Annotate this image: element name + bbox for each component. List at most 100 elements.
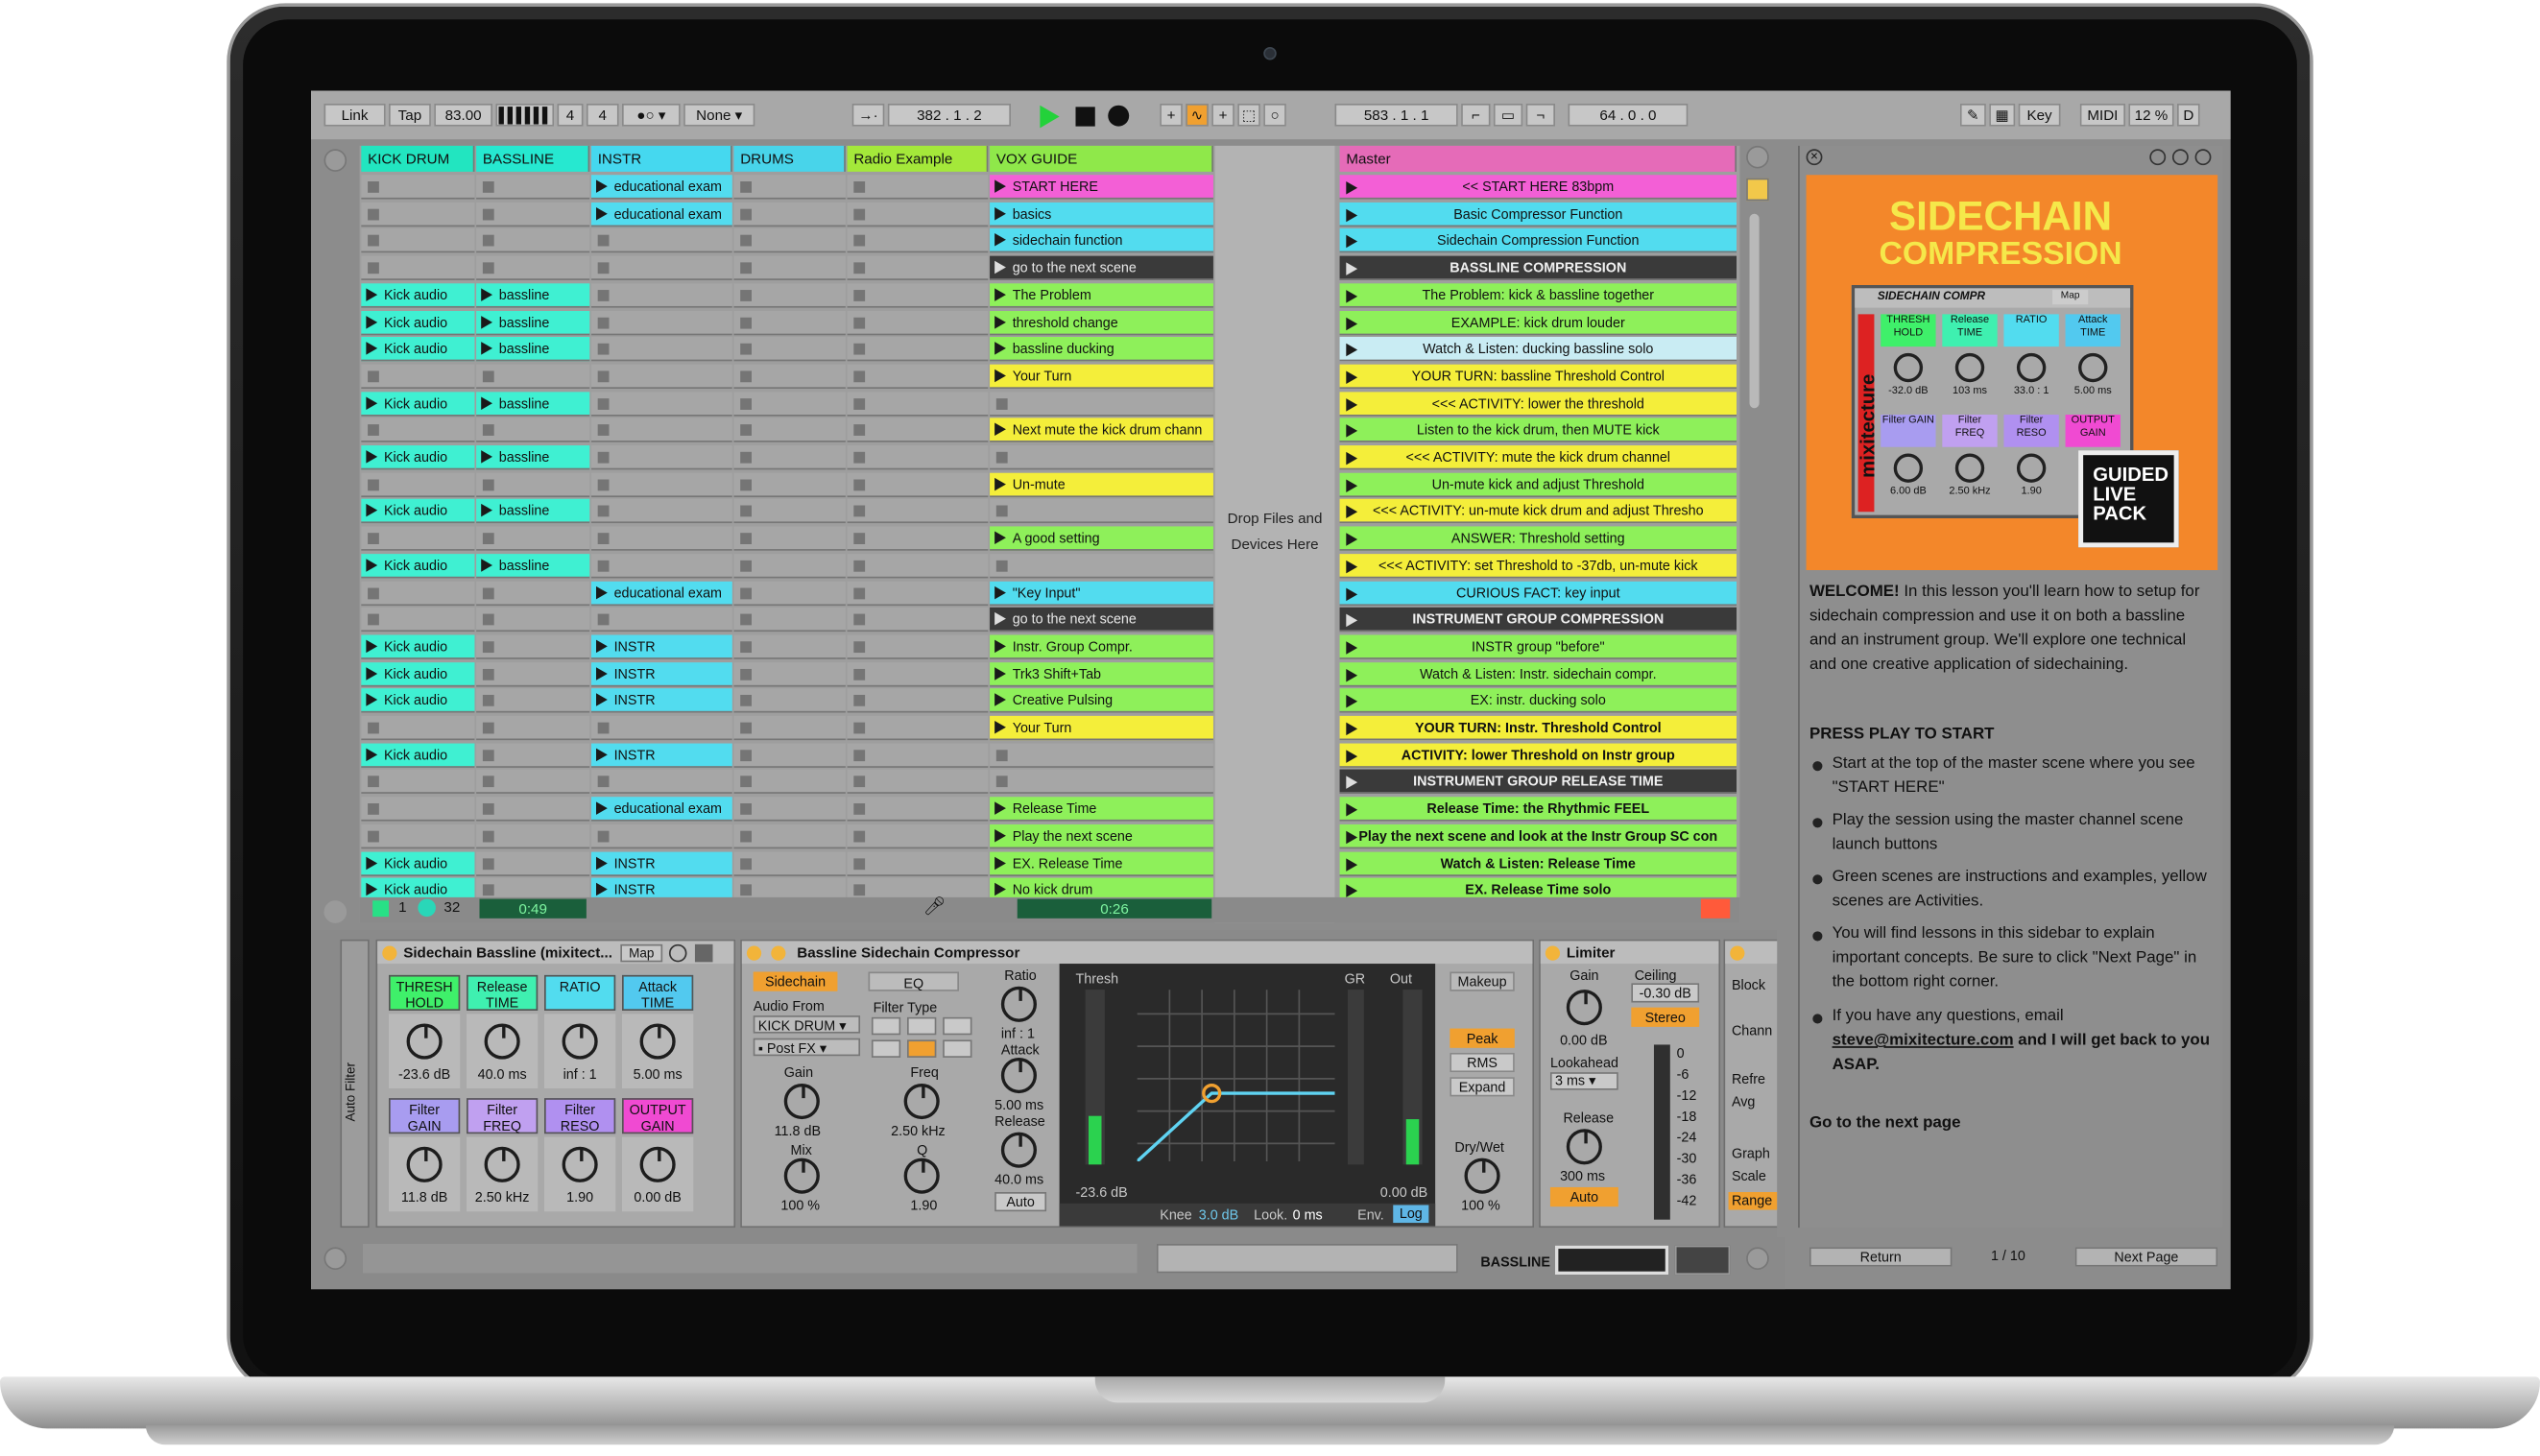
limiter-release-knob[interactable]: [1566, 1129, 1602, 1165]
threshold-value[interactable]: -23.6 dB: [1076, 1184, 1128, 1201]
stop-clips-icon[interactable]: [372, 900, 389, 918]
stop-all-clips-icon[interactable]: [1700, 898, 1731, 919]
clip-play-icon[interactable]: [994, 855, 1006, 870]
empty-clip-slot[interactable]: [733, 770, 846, 795]
kick-clip[interactable]: Kick audio: [361, 743, 475, 768]
clip-stop-icon[interactable]: [368, 478, 379, 490]
empty-clip-slot[interactable]: [590, 472, 732, 497]
clip-stop-icon[interactable]: [740, 533, 752, 545]
overdub-icon[interactable]: +: [1160, 104, 1183, 127]
empty-clip-slot[interactable]: [990, 743, 1213, 768]
scene-play-icon[interactable]: [1346, 344, 1358, 357]
scene-launch[interactable]: Play the next scene and look at the Inst…: [1339, 823, 1737, 848]
macro-label[interactable]: THRESH HOLD: [389, 974, 461, 1011]
compressor-power-icon[interactable]: [746, 945, 762, 961]
scene-launch[interactable]: EXAMPLE: kick drum louder: [1339, 310, 1737, 335]
scene-play-icon[interactable]: [1346, 370, 1358, 384]
empty-clip-slot[interactable]: [847, 688, 989, 714]
empty-clip-slot[interactable]: [733, 418, 846, 443]
meter-denominator[interactable]: 4: [586, 104, 619, 127]
empty-clip-slot[interactable]: [847, 526, 989, 551]
scene-launch[interactable]: ACTIVITY: lower Threshold on Instr group: [1339, 743, 1737, 768]
clip-play-icon[interactable]: [366, 639, 378, 653]
empty-clip-slot[interactable]: [733, 445, 846, 470]
empty-clip-slot[interactable]: [733, 364, 846, 389]
vox-guide-clip[interactable]: basics: [990, 202, 1213, 227]
log-button[interactable]: Log: [1393, 1205, 1429, 1224]
sidebar-home-icon[interactable]: [2194, 149, 2212, 166]
clip-stop-icon[interactable]: [740, 344, 752, 355]
vox-guide-clip[interactable]: Play the next scene: [990, 823, 1213, 848]
empty-clip-slot[interactable]: [361, 472, 475, 497]
detail-toggle-icon[interactable]: [1746, 1247, 1769, 1270]
clip-stop-icon[interactable]: [368, 613, 379, 626]
clip-stop-icon[interactable]: [740, 397, 752, 410]
scene-scrollbar[interactable]: [1749, 213, 1760, 409]
clip-play-icon[interactable]: [481, 558, 492, 572]
empty-clip-slot[interactable]: [361, 364, 475, 389]
scene-play-icon[interactable]: [1346, 613, 1358, 628]
clip-stop-icon[interactable]: [853, 370, 866, 383]
scene-launch[interactable]: <<< ACTIVITY: lower the threshold: [1339, 391, 1737, 417]
empty-clip-slot[interactable]: [476, 580, 590, 606]
audio-from-position-select[interactable]: ▪ Post FX ▾: [753, 1038, 861, 1057]
empty-clip-slot[interactable]: [733, 526, 846, 551]
lookahead-value[interactable]: 0 ms: [1293, 1206, 1323, 1223]
empty-clip-slot[interactable]: [847, 255, 989, 281]
clip-play-icon[interactable]: [994, 369, 1006, 383]
clip-stop-icon[interactable]: [597, 289, 610, 301]
instr-clip[interactable]: INSTR: [590, 634, 732, 659]
clip-play-icon[interactable]: [481, 288, 492, 301]
clip-stop-icon[interactable]: [740, 560, 752, 572]
clip-stop-icon[interactable]: [597, 560, 610, 572]
arrangement-position[interactable]: 382 . 1 . 2: [887, 104, 1011, 127]
clip-stop-icon[interactable]: [740, 451, 752, 464]
empty-clip-slot[interactable]: [590, 391, 732, 417]
empty-clip-slot[interactable]: [476, 770, 590, 795]
clip-play-icon[interactable]: [596, 883, 608, 896]
filter-freq-knob[interactable]: [903, 1083, 940, 1120]
clip-stop-icon[interactable]: [853, 289, 866, 301]
empty-clip-slot[interactable]: [361, 608, 475, 633]
empty-clip-slot[interactable]: [476, 688, 590, 714]
empty-clip-slot[interactable]: [733, 634, 846, 659]
clip-stop-icon[interactable]: [482, 749, 494, 761]
empty-clip-slot[interactable]: [590, 770, 732, 795]
scene-launch[interactable]: Sidechain Compression Function: [1339, 228, 1737, 253]
clip-stop-icon[interactable]: [740, 830, 752, 843]
clip-play-icon[interactable]: [366, 450, 378, 464]
scene-launch[interactable]: Release Time: the Rhythmic FEEL: [1339, 797, 1737, 822]
filter-q-knob[interactable]: [903, 1158, 940, 1194]
audio-from-select[interactable]: KICK DRUM ▾: [753, 1015, 861, 1034]
vox-guide-clip[interactable]: Instr. Group Compr.: [990, 634, 1213, 659]
filter-highcut-icon[interactable]: [943, 1016, 972, 1036]
expand-button[interactable]: Expand: [1450, 1077, 1515, 1097]
bassline-clip[interactable]: bassline: [476, 391, 590, 417]
empty-clip-slot[interactable]: [733, 797, 846, 822]
quantize-select[interactable]: None ▾: [683, 104, 755, 127]
bassline-clip[interactable]: bassline: [476, 445, 590, 470]
scene-launch[interactable]: <<< ACTIVITY: un-mute kick drum and adju…: [1339, 499, 1737, 524]
track-header-vox-guide[interactable]: VOX GUIDE: [990, 145, 1213, 172]
macro-knob[interactable]: [562, 1146, 598, 1182]
clip-stop-icon[interactable]: [853, 586, 866, 599]
empty-clip-slot[interactable]: [733, 337, 846, 362]
scene-launch[interactable]: YOUR TURN: Instr. Threshold Control: [1339, 715, 1737, 741]
capture-icon[interactable]: ⬚: [1237, 104, 1260, 127]
bassline-clip[interactable]: bassline: [476, 282, 590, 308]
rms-button[interactable]: RMS: [1450, 1052, 1515, 1073]
clip-stop-icon[interactable]: [482, 533, 494, 545]
clip-play-icon[interactable]: [596, 801, 608, 815]
empty-clip-slot[interactable]: [476, 850, 590, 876]
sidechain-button[interactable]: Sidechain: [753, 971, 838, 991]
clip-stop-icon[interactable]: [482, 695, 494, 707]
empty-clip-slot[interactable]: [847, 337, 989, 362]
clip-play-icon[interactable]: [366, 666, 378, 680]
vox-guide-clip[interactable]: Release Time: [990, 797, 1213, 822]
clip-play-icon[interactable]: [994, 179, 1006, 193]
macro-label[interactable]: Filter GAIN: [389, 1098, 461, 1134]
loop-icon[interactable]: ▭: [1493, 104, 1523, 127]
clip-stop-icon[interactable]: [853, 830, 866, 843]
clip-play-icon[interactable]: [481, 342, 492, 355]
limiter-title[interactable]: Limiter: [1540, 941, 1719, 965]
